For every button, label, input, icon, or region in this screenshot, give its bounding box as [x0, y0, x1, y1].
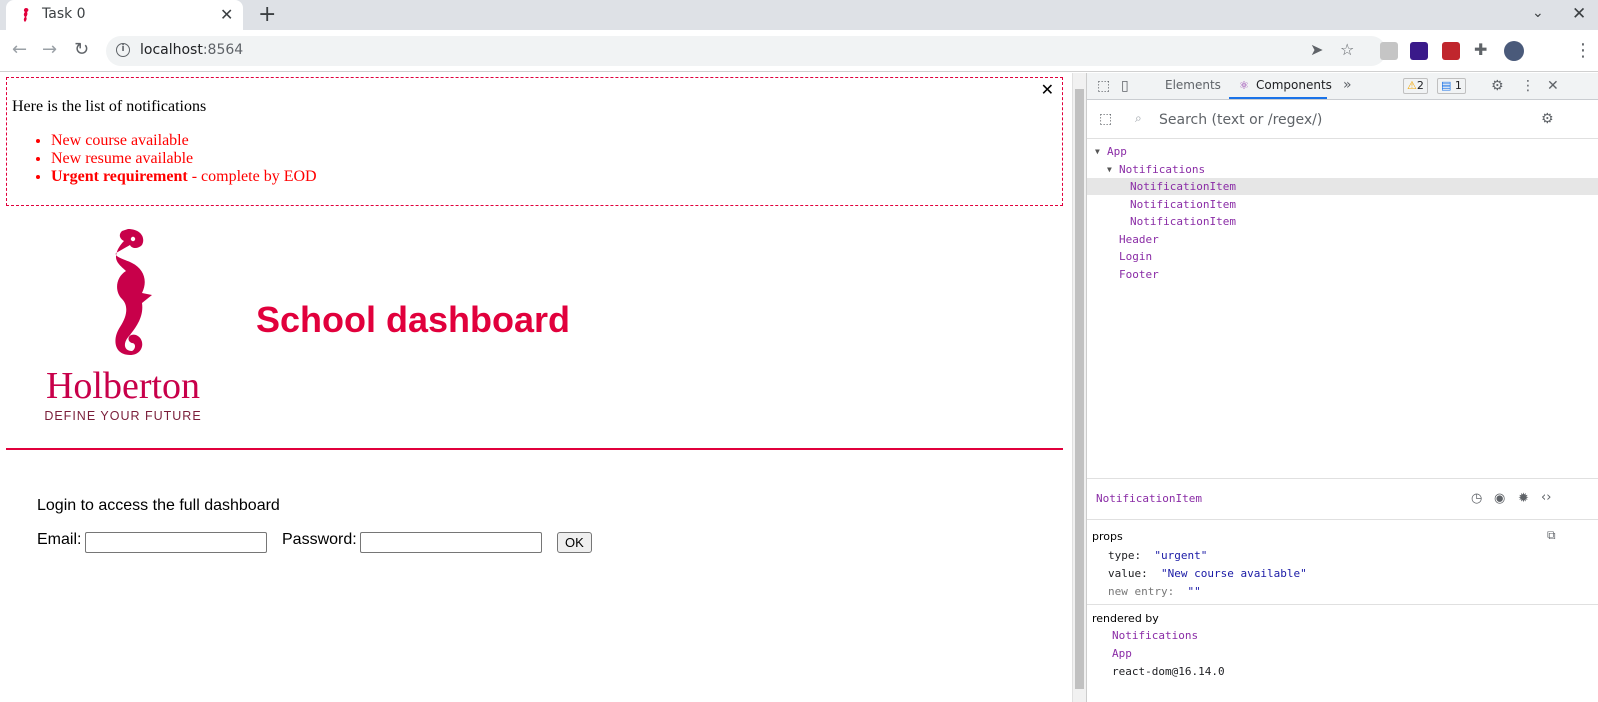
rendered-by-item[interactable]: Notifications — [1112, 629, 1198, 642]
divider — [1087, 519, 1598, 520]
page-title: School dashboard — [256, 299, 571, 340]
search-input[interactable]: Search (text or /regex/) — [1159, 112, 1322, 128]
props-panel: NotificationItem ◷ ◉ ✹ ‹› props ⧉ type: … — [1087, 478, 1598, 702]
password-field[interactable] — [360, 532, 542, 553]
props-label: props — [1092, 530, 1123, 543]
scrollbar-thumb[interactable] — [1075, 89, 1084, 689]
tab-strip: Task 0 ✕ + ⌄ ✕ — [0, 0, 1598, 30]
tree-item[interactable]: Login — [1087, 248, 1598, 265]
devtools-tabbar: ⬚ ▯ Elements ⚛ Components » ⚠2 ▤ 1 ⚙ ⋮ ✕ — [1087, 73, 1598, 100]
message-icon: ▤ — [1441, 79, 1452, 92]
page-viewport: ✕ Here is the list of notifications New … — [0, 73, 1072, 702]
reload-icon[interactable]: ↻ — [74, 40, 89, 60]
view-source-icon[interactable]: ‹› — [1541, 490, 1551, 505]
logo-brand-text: Holberton — [46, 365, 200, 407]
email-field[interactable] — [85, 532, 267, 553]
expand-arrow-icon[interactable]: ▼ — [1107, 161, 1112, 178]
warnings-badge[interactable]: ⚠2 — [1403, 78, 1428, 94]
close-icon[interactable]: ✕ — [1041, 80, 1054, 99]
tree-item[interactable]: NotificationItem — [1087, 213, 1598, 230]
app-header: Holberton DEFINE YOUR FUTURE School dash… — [6, 213, 1063, 450]
bookmark-star-icon[interactable]: ☆ — [1340, 40, 1354, 59]
active-tab-indicator — [1229, 97, 1327, 99]
address-bar[interactable]: i localhost:8564 ➤ ☆ — [106, 36, 1386, 66]
holberton-logo: Holberton DEFINE YOUR FUTURE — [44, 229, 201, 423]
tree-item-selected[interactable]: NotificationItem — [1087, 178, 1598, 195]
devtools-panel: ⬚ ▯ Elements ⚛ Components » ⚠2 ▤ 1 ⚙ ⋮ ✕… — [1086, 73, 1598, 702]
tab-close-icon[interactable]: ✕ — [220, 5, 233, 25]
selected-component-name: NotificationItem — [1096, 492, 1202, 505]
site-info-icon[interactable]: i — [116, 43, 130, 57]
prop-row[interactable]: value: "New course available" — [1108, 567, 1307, 580]
eye-icon[interactable]: ◉ — [1494, 491, 1505, 506]
prop-row[interactable]: type: "urgent" — [1108, 549, 1207, 562]
login-intro-text: Login to access the full dashboard — [37, 497, 280, 514]
divider — [1087, 604, 1598, 605]
notifications-list: New course available New resume availabl… — [51, 132, 317, 186]
extension-icon[interactable] — [1410, 42, 1428, 60]
tab-elements[interactable]: Elements — [1165, 78, 1221, 92]
tree-item[interactable]: Footer — [1087, 266, 1598, 283]
tree-item[interactable]: Header — [1087, 231, 1598, 248]
notifications-title: Here is the list of notifications — [12, 98, 207, 115]
password-label: Password: — [282, 531, 357, 548]
component-settings-icon[interactable]: ⚙ — [1541, 111, 1554, 127]
component-search-bar: ⬚ ⌕ Search (text or /regex/) ⚙ — [1087, 101, 1598, 139]
settings-gear-icon[interactable]: ⚙ — [1491, 78, 1504, 94]
tab-search-icon[interactable]: ⌄ — [1532, 5, 1544, 21]
forward-icon[interactable]: → — [42, 40, 57, 60]
notification-item-urgent: Urgent requirement - complete by EOD — [51, 168, 317, 186]
login-section: Login to access the full dashboard Email… — [37, 497, 592, 553]
more-tabs-icon[interactable]: » — [1343, 77, 1352, 93]
submit-button[interactable]: OK — [557, 532, 592, 553]
copy-icon[interactable]: ⧉ — [1547, 528, 1556, 543]
rendered-by-label: rendered by — [1092, 612, 1159, 625]
page-scrollbar[interactable] — [1072, 73, 1086, 702]
tab-components[interactable]: Components — [1256, 78, 1332, 92]
rendered-by-item[interactable]: App — [1112, 647, 1132, 660]
search-icon: ⌕ — [1135, 111, 1142, 125]
extension-icon[interactable] — [1442, 42, 1460, 60]
extension-icon[interactable] — [1380, 42, 1398, 60]
window-close-icon[interactable]: ✕ — [1572, 4, 1586, 24]
email-label: Email: — [37, 531, 82, 548]
devtools-menu-icon[interactable]: ⋮ — [1521, 78, 1535, 94]
send-tab-icon[interactable]: ➤ — [1310, 40, 1323, 59]
holberton-favicon-icon — [23, 8, 29, 22]
react-icon: ⚛ — [1239, 79, 1249, 92]
seahorse-icon — [115, 229, 152, 355]
extensions-puzzle-icon[interactable]: ✚ — [1474, 40, 1487, 59]
messages-badge[interactable]: ▤ 1 — [1437, 78, 1466, 94]
back-icon[interactable]: ← — [12, 40, 27, 60]
notification-item: New course available — [51, 132, 317, 150]
select-element-icon[interactable]: ⬚ — [1099, 111, 1112, 127]
new-tab-button[interactable]: + — [258, 2, 276, 28]
browser-menu-icon[interactable]: ⋮ — [1574, 40, 1592, 61]
tree-item[interactable]: ▼ Notifications — [1087, 161, 1598, 178]
rendered-by-item: react-dom@16.14.0 — [1112, 665, 1225, 678]
inspect-element-icon[interactable]: ⬚ — [1097, 78, 1110, 94]
browser-toolbar: ← → ↻ i localhost:8564 ➤ ☆ ✚ ⋮ — [0, 30, 1598, 72]
notification-urgent-rest: - complete by EOD — [187, 168, 317, 185]
device-toolbar-icon[interactable]: ▯ — [1121, 78, 1129, 94]
tree-item[interactable]: ▼ App — [1087, 143, 1598, 160]
logo-tagline-text: DEFINE YOUR FUTURE — [44, 409, 201, 423]
notification-item: New resume available — [51, 150, 317, 168]
devtools-close-icon[interactable]: ✕ — [1547, 78, 1559, 94]
bug-icon[interactable]: ✹ — [1518, 491, 1529, 506]
notifications-panel: ✕ Here is the list of notifications New … — [6, 77, 1063, 206]
tree-item[interactable]: NotificationItem — [1087, 196, 1598, 213]
url-text: localhost:8564 — [140, 42, 244, 58]
timer-icon[interactable]: ◷ — [1471, 491, 1482, 506]
tab-title: Task 0 — [42, 6, 86, 22]
notification-urgent-label: Urgent requirement — [51, 168, 188, 185]
expand-arrow-icon[interactable]: ▼ — [1095, 143, 1100, 160]
profile-avatar[interactable] — [1504, 41, 1524, 61]
prop-row-new-entry[interactable]: new entry: "" — [1108, 585, 1201, 598]
warning-icon: ⚠ — [1407, 79, 1417, 92]
browser-tab[interactable]: Task 0 ✕ — [6, 0, 243, 30]
